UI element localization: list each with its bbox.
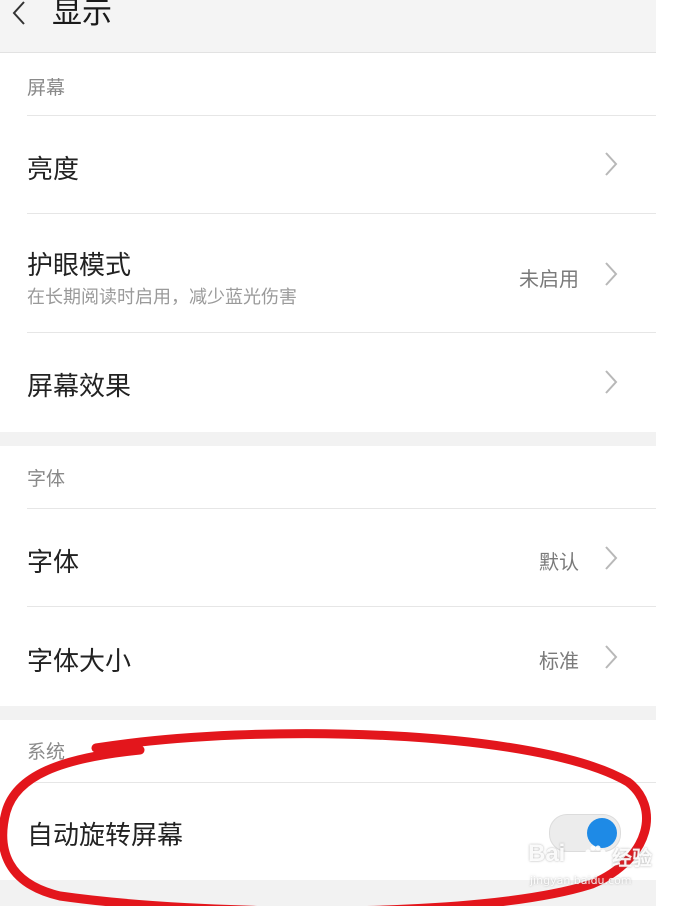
chevron-right-icon [605, 370, 618, 394]
section-gap [0, 706, 656, 720]
settings-item-font[interactable]: 字体 默认 [0, 508, 656, 606]
row-divider [27, 606, 656, 607]
chevron-left-icon[interactable] [6, 0, 30, 28]
watermark-brand: Bai [528, 840, 566, 867]
section-label-system: 系统 [27, 741, 66, 763]
chevron-right-icon [605, 645, 618, 669]
settings-item-font-size[interactable]: 字体大小 标准 [0, 606, 656, 706]
section-header-screen: 屏幕 [0, 53, 656, 115]
font-size-value: 标准 [539, 649, 579, 673]
chevron-right-icon [605, 262, 618, 286]
section-header-system: 系统 [0, 720, 656, 782]
baidu-jingyan-watermark: Bai 经验 jingyan.baidu.com [520, 838, 680, 898]
font-size-label: 字体大小 [27, 647, 132, 677]
watermark-url: jingyan.baidu.com [530, 874, 632, 887]
chevron-right-icon [605, 152, 618, 176]
font-value: 默认 [539, 550, 579, 574]
row-divider [27, 332, 656, 333]
paw-icon [585, 845, 606, 864]
font-label: 字体 [27, 548, 80, 578]
page-title: 显示 [52, 0, 112, 31]
eye-care-label: 护眼模式 [27, 251, 132, 281]
row-divider [27, 782, 656, 783]
row-divider [27, 213, 656, 214]
section-label-screen: 屏幕 [27, 77, 66, 99]
settings-item-eye-care[interactable]: 护眼模式 在长期阅读时启用，减少蓝光伤害 未启用 [0, 213, 656, 332]
eye-care-status-value: 未启用 [519, 267, 579, 291]
settings-item-screen-effect[interactable]: 屏幕效果 [0, 332, 656, 432]
row-divider [27, 508, 656, 509]
section-label-font: 字体 [27, 468, 66, 490]
settings-item-brightness[interactable]: 亮度 [0, 115, 656, 213]
section-gap [0, 432, 656, 446]
section-header-font: 字体 [0, 446, 656, 508]
top-bar: 显示 [0, 0, 656, 53]
row-divider [27, 115, 656, 116]
brightness-label: 亮度 [27, 155, 80, 185]
auto-rotate-label: 自动旋转屏幕 [27, 821, 184, 851]
chevron-right-icon [605, 546, 618, 570]
watermark-brand-cn: 经验 [612, 846, 652, 870]
display-settings-screen: 显示 屏幕 亮度 护眼模式 在长期阅读时启用，减少蓝光伤害 未启用 屏幕效果 字… [0, 0, 688, 906]
eye-care-description: 在长期阅读时启用，减少蓝光伤害 [27, 287, 297, 308]
image-margin [656, 0, 688, 906]
screen-effect-label: 屏幕效果 [27, 372, 132, 402]
